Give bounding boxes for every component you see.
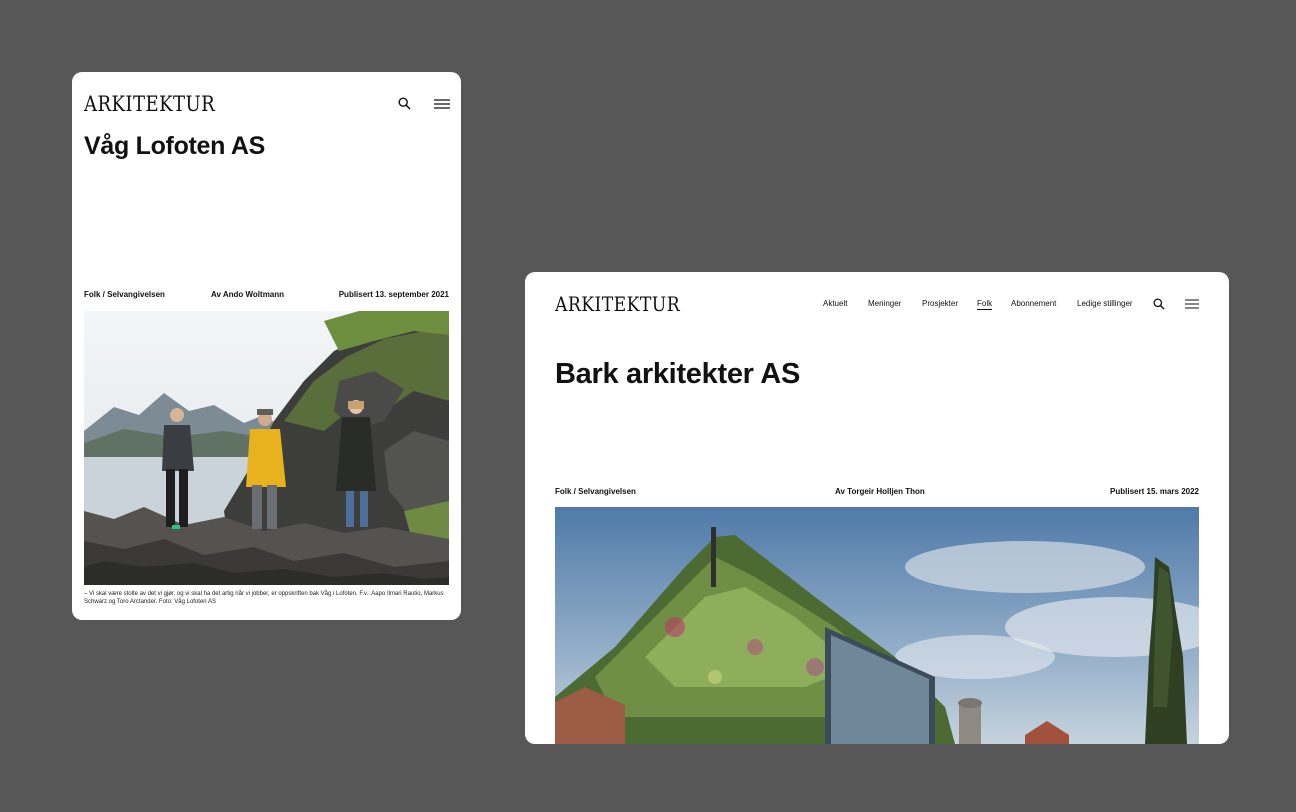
desktop-article-card: ARKITEKTUR Aktuelt Meninger Prosjekter F… bbox=[525, 272, 1229, 744]
article-photo bbox=[84, 311, 449, 585]
article-photo bbox=[555, 507, 1199, 744]
search-icon[interactable] bbox=[398, 97, 411, 110]
site-logo[interactable]: ARKITEKTUR bbox=[555, 292, 680, 316]
nav-item-folk[interactable]: Folk bbox=[977, 299, 993, 310]
nav-item-aktuelt[interactable]: Aktuelt bbox=[823, 299, 847, 308]
nav-item-ledige-stillinger[interactable]: Ledige stillinger bbox=[1077, 299, 1133, 308]
menu-icon[interactable] bbox=[1185, 299, 1199, 309]
publish-date: Publisert 13. september 2021 bbox=[338, 290, 449, 299]
author-byline: Av Ando Woltmann bbox=[211, 290, 285, 299]
nav-item-abonnement[interactable]: Abonnement bbox=[1011, 299, 1056, 308]
photo-caption: – Vi skal være stolte av det vi gjør, og… bbox=[84, 591, 444, 605]
category-link[interactable]: Folk / Selvangivelsen bbox=[84, 290, 165, 299]
page-title: Våg Lofoten AS bbox=[84, 132, 265, 160]
mobile-article-card: ARKITEKTUR Våg Lofoten AS Folk / Selvang… bbox=[72, 72, 461, 620]
author-byline: Av Torgeir Holljen Thon bbox=[835, 487, 925, 496]
nav-item-meninger[interactable]: Meninger bbox=[868, 299, 901, 308]
nav-item-prosjekter[interactable]: Prosjekter bbox=[922, 299, 958, 308]
publish-date: Publisert 15. mars 2022 bbox=[1110, 487, 1199, 496]
category-link[interactable]: Folk / Selvangivelsen bbox=[555, 487, 636, 496]
menu-icon[interactable] bbox=[434, 99, 450, 109]
page-title: Bark arkitekter AS bbox=[555, 358, 800, 390]
site-logo[interactable]: ARKITEKTUR bbox=[84, 92, 215, 116]
search-icon[interactable] bbox=[1153, 298, 1165, 310]
